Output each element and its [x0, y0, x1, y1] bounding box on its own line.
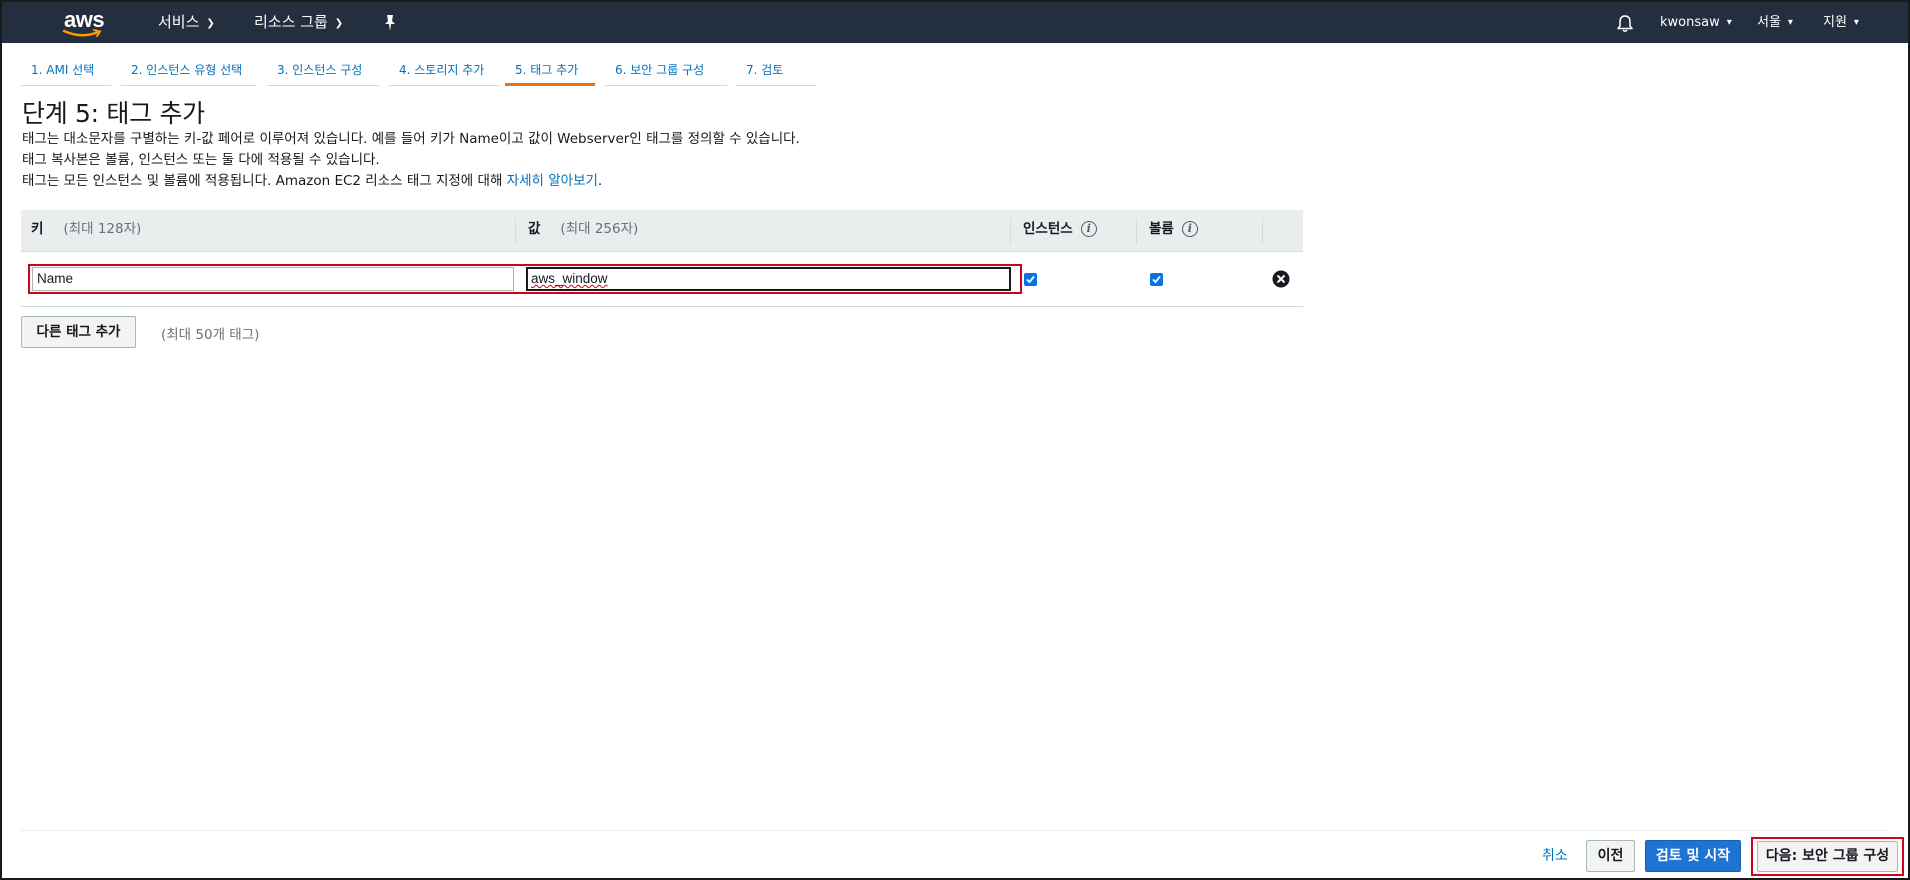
column-divider	[1136, 218, 1137, 244]
column-divider	[1010, 218, 1011, 244]
support-menu[interactable]: 지원 ▾	[1823, 2, 1859, 43]
description-line-3-suffix: .	[597, 173, 603, 189]
support-menu-label: 지원	[1823, 15, 1847, 30]
chevron-down-icon: ▾	[1853, 17, 1859, 28]
region-menu-label: 서울	[1757, 15, 1781, 30]
pin-icon[interactable]	[382, 14, 398, 32]
services-menu[interactable]: 서비스 ❯	[158, 2, 215, 43]
tab-ami-select[interactable]: 1. AMI 선택	[21, 57, 111, 86]
column-header-volumes: 볼륨 i	[1139, 210, 1198, 252]
volumes-checkbox[interactable]	[1150, 273, 1163, 286]
add-tag-button[interactable]: 다른 태그 추가	[21, 316, 136, 348]
checkmark-icon	[1026, 275, 1035, 284]
user-menu[interactable]: kwonsaw ▾	[1660, 2, 1732, 43]
info-icon[interactable]: i	[1181, 221, 1198, 237]
column-header-key: 키 (최대 128자)	[21, 210, 141, 252]
instances-checkbox[interactable]	[1024, 273, 1037, 286]
tab-add-storage[interactable]: 4. 스토리지 추가	[389, 57, 499, 86]
column-header-value-label: 값	[528, 221, 541, 237]
add-tag-hint: (최대 50개 태그)	[161, 327, 260, 343]
learn-more-link[interactable]: 자세히 알아보기	[507, 173, 598, 189]
checkmark-icon	[1152, 275, 1161, 284]
aws-logo[interactable]: aws	[62, 7, 108, 39]
tag-value-text: aws_window	[531, 271, 608, 286]
tab-instance-type[interactable]: 2. 인스턴스 유형 선택	[121, 57, 257, 86]
chevron-down-icon: ▾	[1726, 17, 1732, 28]
aws-smile-icon	[62, 29, 102, 37]
tab-review[interactable]: 7. 검토	[736, 57, 816, 86]
chevron-down-icon: ▾	[1787, 17, 1793, 28]
column-divider	[515, 218, 516, 244]
column-header-key-hint: (최대 128자)	[63, 221, 142, 237]
column-divider	[1262, 218, 1263, 244]
tab-configure-instance[interactable]: 3. 인스턴스 구성	[267, 57, 379, 86]
table-row: Name aws_window	[21, 252, 1303, 307]
top-navigation-bar: aws 서비스 ❯ 리소스 그룹 ❯ kwonsaw ▾ 서울 ▾ 지원 ▾	[2, 2, 1908, 43]
description-line-3: 태그는 모든 인스턴스 및 볼륨에 적용됩니다. Amazon EC2 리소스 …	[22, 169, 602, 189]
tab-security-group[interactable]: 6. 보안 그룹 구성	[605, 57, 727, 86]
column-header-volumes-label: 볼륨	[1149, 221, 1174, 237]
info-icon[interactable]: i	[1080, 221, 1097, 237]
next-button-highlight: 다음: 보안 그룹 구성	[1751, 837, 1904, 876]
region-menu[interactable]: 서울 ▾	[1757, 2, 1793, 43]
chevron-down-icon: ❯	[334, 18, 344, 29]
column-header-key-label: 키	[31, 221, 44, 237]
notification-bell-icon[interactable]	[1616, 14, 1634, 33]
services-menu-label: 서비스	[158, 13, 200, 31]
user-menu-label: kwonsaw	[1660, 15, 1720, 30]
page-title: 단계 5: 태그 추가	[22, 99, 205, 128]
column-header-value: 값 (최대 256자)	[518, 210, 638, 252]
tag-key-input[interactable]: Name	[32, 267, 514, 291]
resource-groups-menu[interactable]: 리소스 그룹 ❯	[254, 2, 343, 43]
column-header-instances-label: 인스턴스	[1023, 221, 1073, 237]
description-line-1: 태그는 대소문자를 구별하는 키-값 페어로 이루어져 있습니다. 예를 들어 …	[22, 131, 800, 147]
tag-value-input[interactable]: aws_window	[526, 267, 1011, 291]
cancel-button[interactable]: 취소	[1542, 845, 1568, 865]
column-header-instances: 인스턴스 i	[1013, 210, 1097, 252]
column-header-value-hint: (최대 256자)	[560, 221, 639, 237]
tab-add-tags[interactable]: 5. 태그 추가	[505, 57, 595, 86]
footer-divider	[21, 830, 1889, 831]
remove-tag-icon[interactable]	[1272, 270, 1290, 288]
description-line-2: 태그 복사본은 볼륨, 인스턴스 또는 둘 다에 적용될 수 있습니다.	[22, 152, 380, 168]
resource-groups-menu-label: 리소스 그룹	[254, 13, 328, 31]
next-configure-security-group-button[interactable]: 다음: 보안 그룹 구성	[1757, 841, 1898, 872]
description-line-3-text: 태그는 모든 인스턴스 및 볼륨에 적용됩니다. Amazon EC2 리소스 …	[22, 173, 503, 189]
previous-button[interactable]: 이전	[1586, 840, 1635, 872]
review-and-launch-button[interactable]: 검토 및 시작	[1645, 840, 1741, 872]
tags-table-header: 키 (최대 128자) 값 (최대 256자) 인스턴스 i 볼륨 i	[21, 210, 1303, 252]
chevron-down-icon: ❯	[206, 18, 215, 29]
